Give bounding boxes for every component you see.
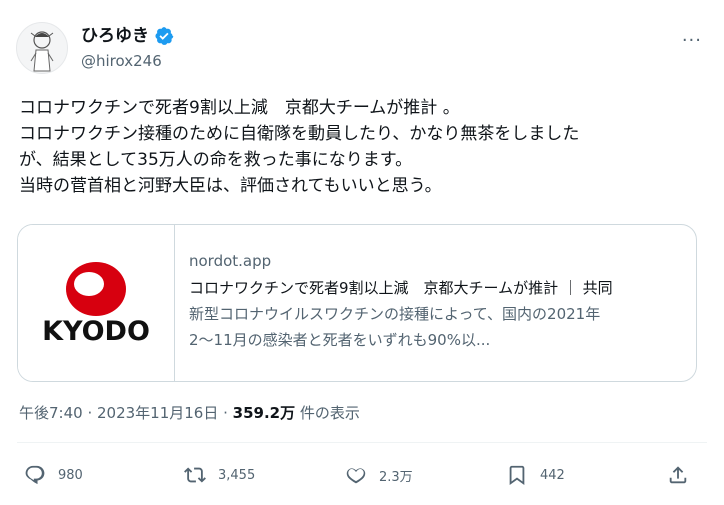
- tweet-meta: 午後7:40 · 2023年11月16日 · 359.2万 件の表示: [19, 402, 360, 423]
- tweet-text-line: コロナワクチン接種のために自衛隊を動員したり、かなり無茶をしました: [19, 124, 580, 144]
- user-names: ひろゆき @hirox246: [81, 26, 174, 70]
- card-thumbnail[interactable]: KYODO: [18, 225, 175, 381]
- card-body: nordot.app コロナワクチンで死者9割以上減 京都大チームが推計 ｜ 共…: [175, 225, 696, 381]
- action-bar: 980 3,455 2.3万 442: [0, 460, 724, 492]
- bookmark-count: 442: [540, 467, 565, 483]
- card-description-line: 2～11月の感染者と死者をいずれも90%以...: [189, 331, 491, 349]
- kyodo-logo: KYODO: [42, 262, 150, 347]
- kyodo-logo-text: KYODO: [42, 316, 150, 347]
- like-button[interactable]: 2.3万: [345, 464, 413, 486]
- share-button[interactable]: [667, 464, 689, 486]
- reply-button[interactable]: 980: [24, 464, 83, 486]
- display-name[interactable]: ひろゆき: [81, 26, 149, 46]
- like-icon: [346, 468, 366, 484]
- share-icon: [669, 466, 687, 484]
- card-domain: nordot.app: [189, 252, 272, 270]
- card-title: コロナワクチンで死者9割以上減 京都大チームが推計 ｜ 共同: [189, 279, 613, 297]
- link-card[interactable]: KYODO nordot.app コロナワクチンで死者9割以上減 京都大チームが…: [17, 224, 697, 382]
- view-count: 359.2万: [232, 404, 296, 422]
- repost-button[interactable]: 3,455: [184, 464, 255, 486]
- tweet-header: ひろゆき @hirox246: [16, 22, 174, 74]
- reply-count: 980: [58, 467, 83, 483]
- reply-icon: [25, 465, 45, 485]
- tweet-text-line: コロナワクチンで死者9割以上減 京都大チームが推計 。: [19, 98, 460, 118]
- view-label: 件の表示: [295, 404, 360, 422]
- card-description-line: 新型コロナウイルスワクチンの接種によって、国内の2021年: [189, 305, 601, 323]
- verified-badge-icon: [155, 27, 174, 45]
- bookmark-icon: [509, 465, 525, 486]
- like-count: 2.3万: [379, 469, 413, 485]
- tweet-text-line: が、結果として35万人の命を救った事になります。: [19, 150, 413, 170]
- tweet-text-line: 当時の菅首相と河野大臣は、評価されてもいいと思う。: [19, 176, 442, 196]
- more-icon[interactable]: ···: [682, 30, 702, 51]
- avatar-illustration: [30, 31, 54, 72]
- tweet: ひろゆき @hirox246 ··· コロナワクチンで死者9割以上減 京都大チー…: [0, 0, 724, 505]
- timestamp[interactable]: 午後7:40 · 2023年11月16日 ·: [19, 404, 233, 422]
- avatar[interactable]: [16, 22, 68, 74]
- repost-count: 3,455: [218, 467, 256, 483]
- repost-icon: [184, 467, 206, 483]
- bookmark-button[interactable]: 442: [506, 464, 565, 486]
- tweet-text: コロナワクチンで死者9割以上減 京都大チームが推計 。 コロナワクチン接種のため…: [19, 95, 709, 199]
- user-handle[interactable]: @hirox246: [81, 52, 174, 70]
- divider: [17, 442, 707, 443]
